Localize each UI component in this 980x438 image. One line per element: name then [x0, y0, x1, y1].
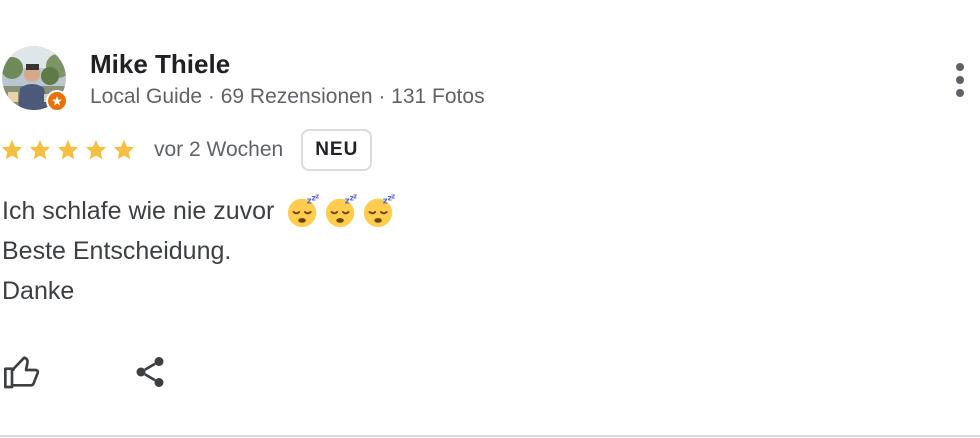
review-actions [0, 350, 172, 394]
review-line: Ich schlafe wie nie zuvor z z z z z z z … [2, 191, 396, 231]
star-icon [57, 139, 79, 160]
thumbs-up-icon [4, 356, 40, 389]
divider [0, 435, 980, 437]
share-button[interactable] [128, 350, 172, 394]
star-rating [0, 135, 140, 165]
new-badge: NEU [301, 129, 373, 171]
svg-text:z: z [354, 194, 358, 201]
svg-text:z: z [316, 194, 320, 201]
rating-row: vor 2 Wochen NEU [0, 127, 373, 173]
review-line: Danke [2, 277, 75, 305]
svg-text:z: z [392, 194, 396, 201]
avatar[interactable] [2, 46, 68, 112]
share-icon [136, 357, 164, 387]
reviewer-name[interactable]: Mike Thiele [90, 48, 230, 80]
review-time: vor 2 Wochen [154, 138, 284, 161]
reviewer-meta[interactable]: Local Guide · 69 Rezensionen · 131 Fotos [90, 83, 485, 111]
sleeping-face-emoji: z z z [288, 194, 320, 228]
review-line-text: Ich schlafe wie nie zuvor [2, 197, 275, 225]
review-line: Beste Entscheidung. [2, 237, 232, 265]
more-options-button[interactable] [944, 58, 976, 102]
sleeping-face-emoji: z z z [326, 194, 358, 228]
star-icon [113, 139, 135, 160]
star-icon [85, 139, 107, 160]
local-guide-star-icon [46, 90, 68, 112]
sleeping-face-emoji: z z z [364, 194, 396, 228]
star-icon [1, 139, 23, 160]
like-button[interactable] [0, 350, 44, 394]
star-icon [29, 139, 51, 160]
more-vert-icon [956, 63, 964, 97]
review-text: Ich schlafe wie nie zuvor z z z z z z z … [2, 191, 396, 311]
review-card: Mike Thiele Local Guide · 69 Rezensionen… [0, 0, 980, 438]
